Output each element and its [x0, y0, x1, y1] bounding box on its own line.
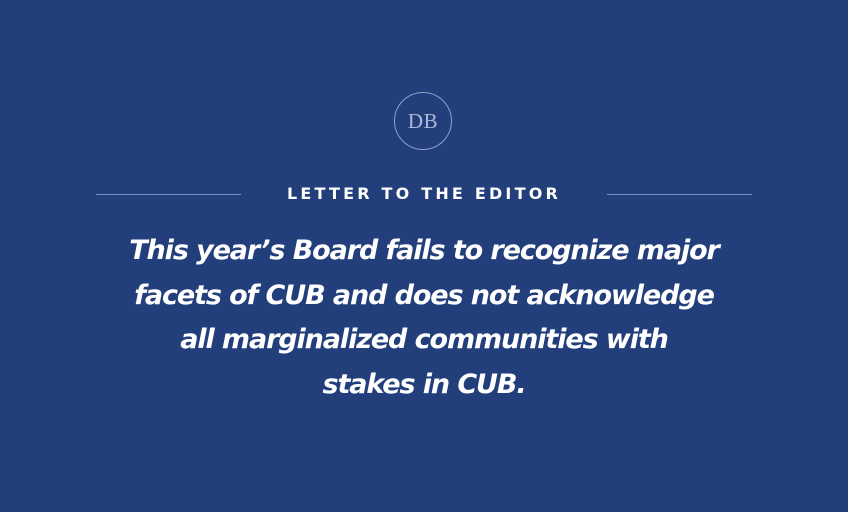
right-divider [607, 194, 752, 195]
logo-text: DB [407, 108, 439, 133]
db-logo: DB [394, 92, 452, 150]
headline-line: stakes in CUB. [322, 368, 526, 400]
section-label: LETTER TO THE EDITOR [286, 184, 562, 203]
headline: This year’s Board fails to recognize maj… [60, 229, 788, 407]
headline-line: facets of CUB and does not acknowledge [134, 279, 715, 311]
left-divider [96, 194, 241, 195]
headline-line: This year’s Board fails to recognize maj… [129, 235, 720, 266]
headline-line: all marginalized communities with [180, 324, 669, 355]
